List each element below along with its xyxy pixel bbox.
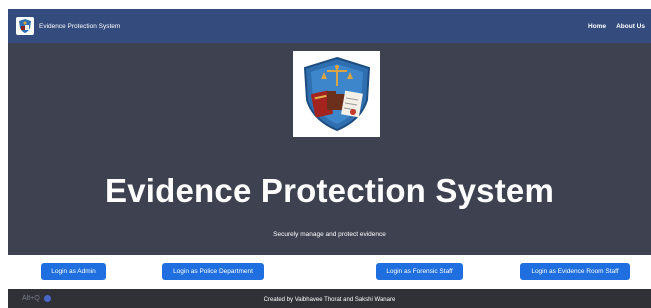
login-forensic-button[interactable]: Login as Forensic Staff: [376, 263, 463, 280]
hero-section: Evidence Protection System Securely mana…: [8, 43, 651, 255]
navbar: Evidence Protection System Home About Us: [8, 9, 651, 43]
login-admin-button[interactable]: Login as Admin: [41, 263, 106, 280]
brand[interactable]: Evidence Protection System: [16, 17, 120, 35]
shield-logo-icon: [293, 51, 380, 137]
hero-title: Evidence Protection System: [104, 172, 555, 209]
brand-title: Evidence Protection System: [39, 22, 121, 30]
nav-about-link[interactable]: About Us: [616, 23, 645, 30]
hero-subtitle: Securely manage and protect evidence: [273, 231, 386, 238]
nav-links: Home About Us: [588, 23, 645, 30]
login-button-bar: Login as Admin Login as Police Departmen…: [8, 255, 651, 289]
login-police-button[interactable]: Login as Police Department: [162, 263, 264, 280]
nav-home-link[interactable]: Home: [588, 23, 606, 30]
footer-credit: Created by Vaibhavee Thorat and Sakshi W…: [263, 297, 396, 303]
login-evidence-room-button[interactable]: Login as Evidence Room Staff: [520, 263, 630, 280]
logo-icon: [16, 17, 34, 35]
footer: Alt+Q Created by Vaibhavee Thorat and Sa…: [8, 289, 651, 308]
